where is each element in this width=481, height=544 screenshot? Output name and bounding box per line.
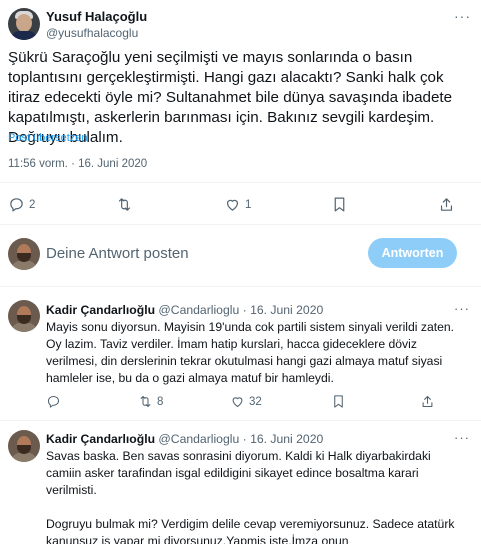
divider — [0, 286, 481, 287]
share-button[interactable] — [438, 196, 455, 213]
translate-link[interactable]: Post übersetzen — [8, 132, 88, 144]
bookmark-icon — [334, 197, 345, 212]
like-count: 1 — [245, 198, 252, 211]
reply-bookmark-button[interactable] — [331, 394, 346, 409]
more-options-icon[interactable]: ··· — [454, 8, 471, 24]
submit-reply-button[interactable]: Antworten — [368, 238, 457, 268]
reply-author-handle[interactable]: @Candarlioglu — [158, 303, 239, 317]
like-count: 32 — [249, 395, 262, 408]
reply-share-button[interactable] — [420, 394, 435, 409]
heart-icon — [226, 199, 239, 211]
reply-author-avatar[interactable] — [8, 300, 40, 332]
current-user-avatar[interactable] — [8, 238, 40, 270]
reply-header: Kadir Çandarlıoğlu @Candarlioglu · 16. J… — [46, 303, 323, 317]
tweet-timestamp[interactable]: 11:56 vorm. · 16. Juni 2020 — [8, 158, 147, 170]
reply-author-avatar[interactable] — [8, 430, 40, 462]
reply-more-options-icon[interactable]: ··· — [454, 430, 470, 445]
reply-date[interactable]: · 16. Juni 2020 — [243, 432, 324, 446]
author-name[interactable]: Yusuf Halaçoğlu — [46, 9, 147, 24]
reply-icon — [10, 198, 23, 212]
share-icon — [440, 198, 453, 211]
share-icon — [422, 395, 433, 408]
bookmark-button[interactable] — [331, 196, 348, 213]
bookmark-icon — [334, 395, 343, 408]
reply-button[interactable]: 2 — [8, 196, 35, 213]
retweet-icon — [118, 198, 131, 211]
reply-date[interactable]: · 16. Juni 2020 — [243, 303, 324, 317]
reply-input[interactable]: Deine Antwort posten — [46, 245, 189, 262]
retweet-count: 8 — [157, 395, 164, 408]
divider — [0, 224, 481, 225]
reply-author-name[interactable]: Kadir Çandarlıoğlu — [46, 432, 155, 446]
reply-icon — [47, 395, 60, 408]
reply-text: Mayis sonu diyorsun. Mayisin 19'unda cok… — [46, 320, 458, 385]
reply-retweet-button[interactable]: 8 — [138, 394, 163, 409]
reply-more-options-icon[interactable]: ··· — [454, 301, 470, 316]
reply-like-button[interactable]: 32 — [230, 394, 262, 409]
divider — [0, 420, 481, 421]
retweet-icon — [140, 395, 151, 408]
reply-header: Kadir Çandarlıoğlu @Candarlioglu · 16. J… — [46, 432, 323, 446]
reply-text: Savas baska. Ben savas sonrasini diyorum… — [46, 449, 455, 544]
reply-author-name[interactable]: Kadir Çandarlıoğlu — [46, 303, 155, 317]
reply-reply-button[interactable] — [46, 394, 65, 409]
heart-icon — [232, 397, 243, 408]
reply-count: 2 — [29, 198, 36, 211]
like-button[interactable]: 1 — [224, 196, 251, 213]
retweet-button[interactable] — [116, 196, 137, 213]
author-handle[interactable]: @yusufhalacoglu — [46, 26, 138, 40]
divider — [0, 182, 481, 183]
reply-author-handle[interactable]: @Candarlioglu — [158, 432, 239, 446]
author-avatar[interactable] — [8, 8, 40, 40]
